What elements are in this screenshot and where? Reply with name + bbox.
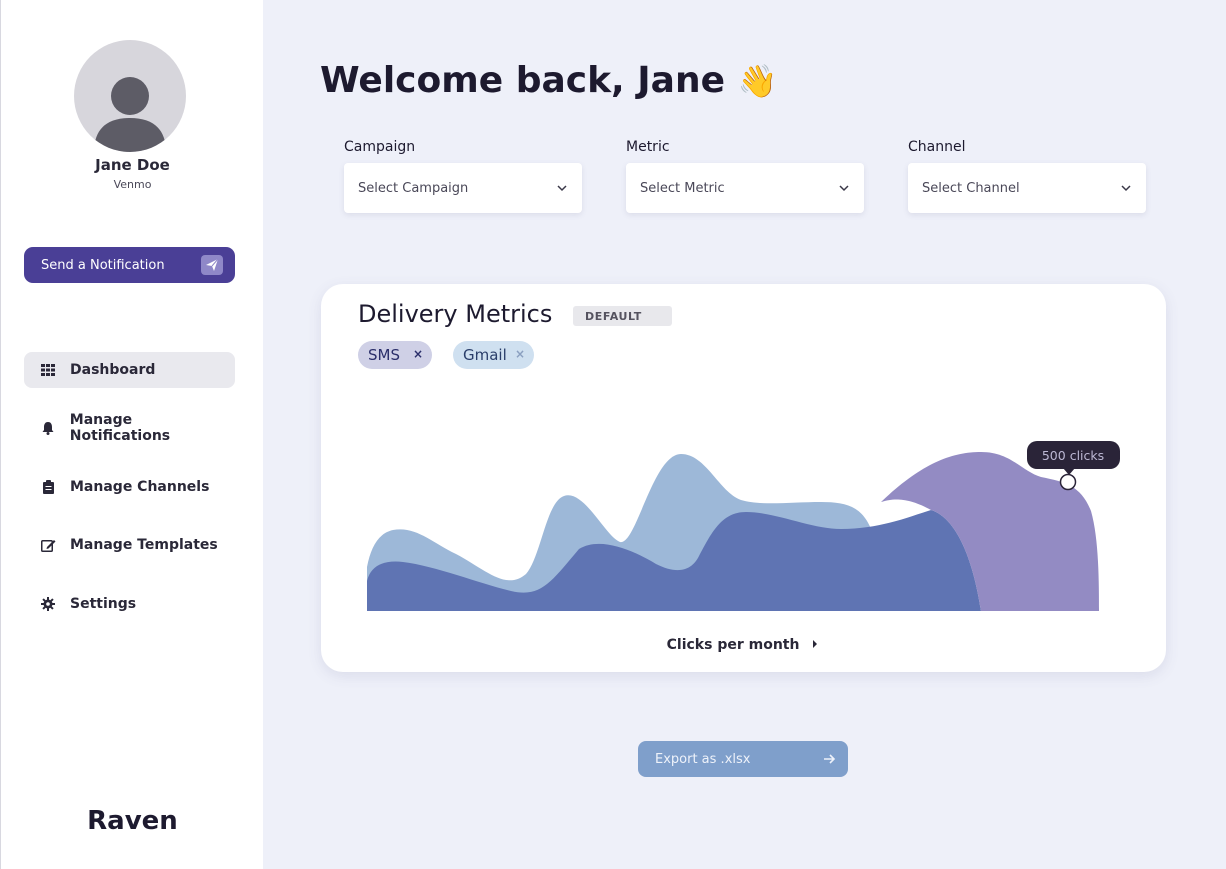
- chevron-down-icon: [1121, 185, 1131, 192]
- chevron-down-icon: [839, 185, 849, 192]
- send-notification-label: Send a Notification: [41, 257, 165, 273]
- user-organization: Venmo: [113, 178, 152, 191]
- metric-label: Metric: [626, 139, 670, 155]
- delivery-metrics-card: Delivery Metrics DEFAULT SMS × Gmail × 5…: [321, 284, 1166, 672]
- x-axis-label-text: Clicks per month: [666, 637, 800, 653]
- sidebar-item-label: Dashboard: [70, 362, 156, 378]
- user-silhouette-icon: [94, 77, 166, 152]
- tooltip-text: 500 clicks: [1042, 448, 1104, 463]
- metric-select[interactable]: Select Metric: [626, 163, 864, 213]
- page-title: Welcome back, Jane 👋: [320, 60, 777, 101]
- chevron-down-icon: [557, 185, 567, 192]
- gear-icon: [40, 596, 56, 612]
- caret-right-icon: [813, 640, 818, 648]
- user-name: Jane Doe: [95, 156, 170, 174]
- sidebar-item-settings[interactable]: Settings: [24, 586, 235, 622]
- bell-icon: [40, 420, 56, 436]
- welcome-text: Welcome back, Jane: [320, 60, 725, 101]
- chart-tooltip: 500 clicks: [1027, 441, 1120, 475]
- sidebar-item-label: Manage Notifications: [69, 412, 171, 444]
- paper-plane-icon: [201, 255, 223, 275]
- sidebar-item-manage-channels[interactable]: Manage Channels: [24, 469, 235, 505]
- campaign-label: Campaign: [344, 139, 416, 155]
- brand-logo: Raven: [87, 806, 178, 836]
- tooltip-point-marker[interactable]: [1059, 473, 1077, 491]
- sidebar-item-manage-templates[interactable]: Manage Templates: [24, 527, 235, 563]
- avatar[interactable]: [74, 40, 186, 152]
- channel-select[interactable]: Select Channel: [908, 163, 1146, 213]
- campaign-select-value: Select Campaign: [358, 180, 469, 196]
- sidebar-item-label: Settings: [70, 596, 137, 612]
- area-chart: 500 clicks: [367, 441, 1120, 611]
- sidebar: Jane Doe Venmo Send a Notification Dashb…: [0, 0, 263, 869]
- sidebar-item-manage-notifications[interactable]: Manage Notifications: [24, 410, 235, 446]
- sidebar-item-label: Manage Channels: [70, 479, 210, 495]
- x-axis-label[interactable]: Clicks per month: [321, 637, 1166, 653]
- channel-select-value: Select Channel: [922, 180, 1020, 196]
- export-button-label: Export as .xlsx: [655, 751, 751, 767]
- send-notification-button[interactable]: Send a Notification: [24, 247, 235, 283]
- campaign-select[interactable]: Select Campaign: [344, 163, 582, 213]
- arrow-right-icon: [824, 754, 836, 764]
- waving-hand-icon: 👋: [737, 62, 778, 100]
- metric-select-value: Select Metric: [640, 180, 725, 196]
- channel-label: Channel: [908, 139, 966, 155]
- clipboard-icon: [40, 479, 56, 495]
- sidebar-item-dashboard[interactable]: Dashboard: [24, 352, 235, 388]
- export-xlsx-button[interactable]: Export as .xlsx: [638, 741, 848, 777]
- sidebar-item-label: Manage Templates: [70, 537, 218, 553]
- edit-icon: [40, 537, 56, 553]
- grid-icon: [40, 362, 56, 378]
